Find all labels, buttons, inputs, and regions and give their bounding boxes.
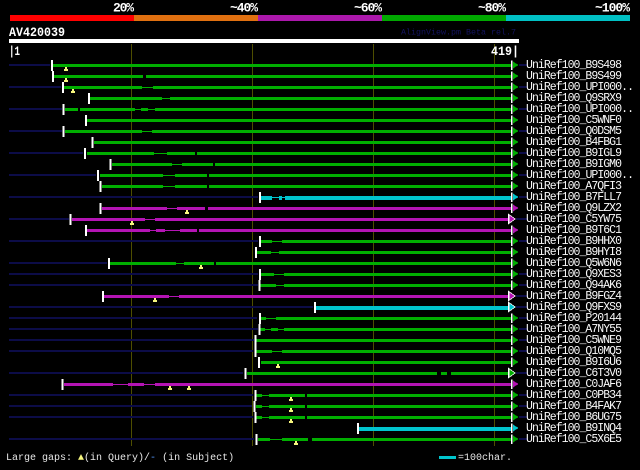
svg-text:~40%: ~40%	[230, 1, 258, 16]
svg-text:UniRef100_C5X6E5: UniRef100_C5X6E5	[526, 433, 622, 446]
svg-text:~60%: ~60%	[354, 1, 382, 16]
svg-text:=100char.: =100char.	[458, 452, 512, 464]
svg-text:~100%: ~100%	[595, 1, 630, 16]
svg-text:|1: |1	[9, 44, 20, 59]
svg-text:AlignView.pm Beta rel.7: AlignView.pm Beta rel.7	[401, 28, 516, 38]
svg-text:Large gaps: ▲(in Query)/- (in: Large gaps: ▲(in Query)/- (in Subject)	[6, 452, 234, 464]
svg-text:419|: 419|	[491, 44, 519, 59]
svg-text:~80%: ~80%	[478, 1, 506, 16]
svg-text:AV420039: AV420039	[9, 25, 65, 40]
svg-text:20%: 20%	[113, 1, 134, 16]
